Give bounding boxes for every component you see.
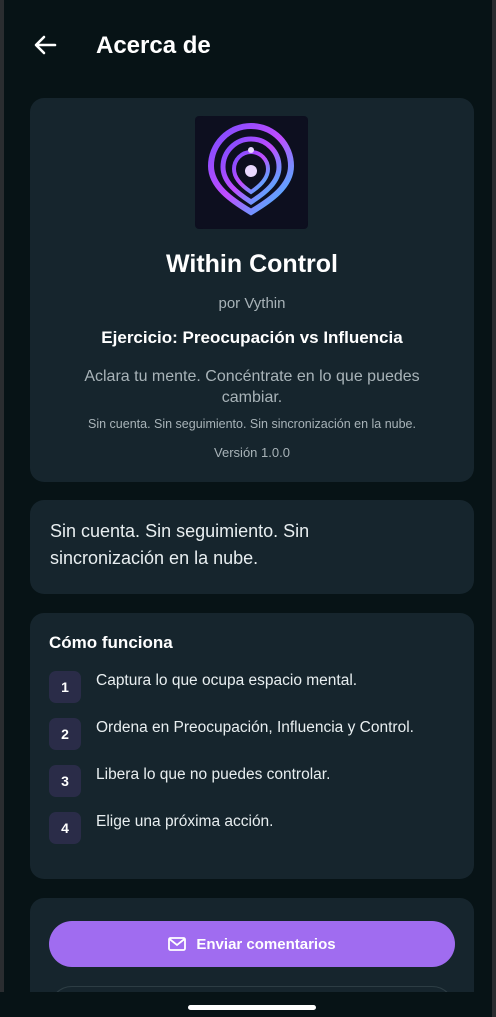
arrow-left-icon	[34, 35, 57, 55]
step-text: Elige una próxima acción.	[96, 813, 274, 830]
app-version: Versión 1.0.0	[214, 445, 290, 460]
step-number-badge: 1	[49, 671, 81, 703]
send-feedback-button[interactable]: Enviar comentarios	[49, 921, 455, 967]
step-text: Libera lo que no puedes controlar.	[96, 766, 331, 783]
step-item: 4 Elige una próxima acción.	[49, 812, 455, 859]
privacy-statement: Sin cuenta. Sin seguimiento. Sin sincron…	[50, 521, 310, 568]
app-exercise: Ejercicio: Preocupación vs Influencia	[101, 328, 403, 347]
about-card: Within Control por Vythin Ejercicio: Pre…	[30, 98, 474, 482]
app-tagline: Aclara tu mente. Concéntrate en lo que p…	[84, 368, 420, 406]
privacy-card: Sin cuenta. Sin seguimiento. Sin sincron…	[30, 500, 474, 594]
app-name: Within Control	[166, 250, 338, 278]
app-author: por Vythin	[218, 295, 286, 312]
step-item: 1 Captura lo que ocupa espacio mental.	[49, 671, 455, 718]
how-it-works-card: Cómo funciona 1 Captura lo que ocupa esp…	[30, 613, 474, 879]
step-item: 3 Libera lo que no puedes controlar.	[49, 765, 455, 812]
app-bar: Acerca de	[0, 0, 496, 92]
back-button[interactable]	[30, 30, 60, 60]
step-number-badge: 4	[49, 812, 81, 844]
page-title: Acerca de	[96, 32, 211, 59]
app-logo-icon	[195, 116, 308, 229]
step-text: Captura lo que ocupa espacio mental.	[96, 672, 358, 689]
send-feedback-label: Enviar comentarios	[196, 935, 336, 953]
step-number-badge: 2	[49, 718, 81, 750]
step-number-badge: 3	[49, 765, 81, 797]
step-item: 2 Ordena en Preocupación, Influencia y C…	[49, 718, 455, 765]
screen: Acerca de Within Control por Vythin Ejer…	[0, 0, 496, 1017]
how-it-works-title: Cómo funciona	[49, 633, 173, 652]
step-text: Ordena en Preocupación, Influencia y Con…	[96, 719, 414, 736]
privacy-note-small: Sin cuenta. Sin seguimiento. Sin sincron…	[88, 417, 416, 431]
gesture-nav-handle[interactable]	[188, 1005, 316, 1010]
mail-icon	[168, 937, 187, 951]
